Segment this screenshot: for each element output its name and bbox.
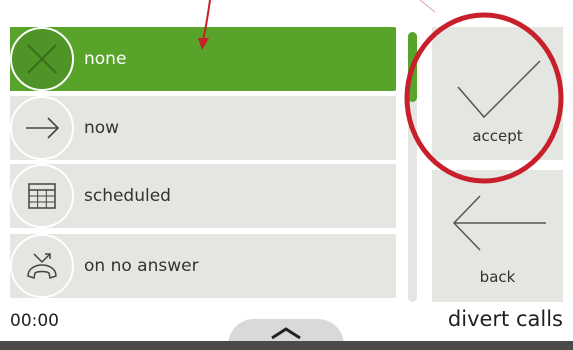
list-item-label: on no answer — [84, 256, 199, 276]
list-item-on-no-answer[interactable]: on no answer — [10, 234, 396, 298]
annotation-faint-line — [419, 0, 436, 13]
back-button-label: back — [479, 268, 516, 286]
list-item-now[interactable]: now — [10, 96, 396, 160]
list-item-label: scheduled — [84, 186, 171, 206]
accept-button-label: accept — [472, 127, 523, 145]
list-item-label: now — [84, 118, 120, 138]
scrollbar-thumb[interactable] — [408, 32, 417, 102]
accept-button[interactable]: accept — [432, 27, 563, 160]
arrow-left-icon — [452, 195, 546, 251]
checkmark-icon — [457, 60, 541, 119]
calendar-icon — [10, 164, 74, 228]
missed-call-icon — [10, 234, 74, 298]
divert-calls-screen: none now scheduled on no answer accept b… — [0, 0, 573, 350]
back-button[interactable]: back — [432, 170, 563, 302]
list-scrollbar[interactable] — [408, 32, 417, 302]
cross-icon — [10, 27, 74, 91]
bottom-bezel — [0, 341, 573, 350]
list-item-label: none — [84, 49, 127, 69]
list-item-scheduled[interactable]: scheduled — [10, 164, 396, 228]
clock-time: 00:00 — [10, 311, 59, 331]
arrow-right-icon — [10, 96, 74, 160]
screen-title: divert calls — [447, 307, 563, 331]
list-item-none[interactable]: none — [10, 27, 396, 91]
chevron-up-icon — [271, 327, 301, 340]
